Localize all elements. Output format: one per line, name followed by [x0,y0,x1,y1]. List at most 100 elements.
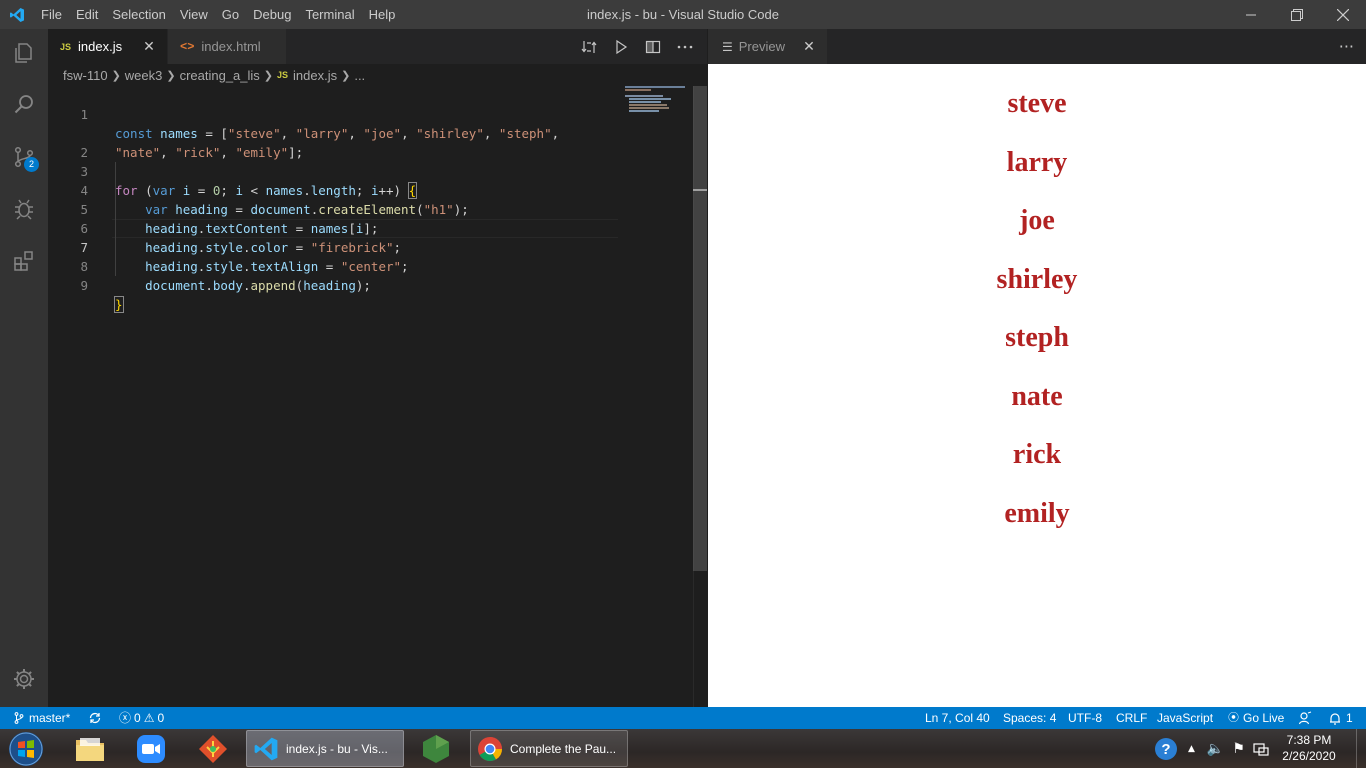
close-tab-icon[interactable]: ✕ [141,38,157,55]
show-hidden-icons-icon[interactable]: ▲ [1188,744,1195,754]
chevron-right-icon: ❯ [341,69,351,82]
code-text: var heading = document.createElement("h1… [145,202,469,217]
code-text: const names = ["steve", "larry", "joe", … [115,126,560,141]
broadcast-icon: ⦿ [1228,712,1239,724]
menu-debug[interactable]: Debug [246,0,298,29]
extensions-icon[interactable] [0,237,48,285]
vertical-scrollbar[interactable] [693,86,707,707]
breadcrumb-item[interactable]: ... [354,68,365,83]
explorer-icon[interactable] [0,29,48,77]
menu-go[interactable]: Go [215,0,246,29]
menu-edit[interactable]: Edit [69,0,105,29]
menu-terminal[interactable]: Terminal [298,0,361,29]
code-editor[interactable]: 1 const names = ["steve", "larry", "joe"… [48,86,707,707]
nodejs-icon[interactable] [416,730,456,767]
preview-heading: emily [1004,498,1070,529]
network-icon[interactable] [1253,742,1269,756]
editor-group: JS index.js ✕ <> index.html fsw-110 ❯ we [48,29,707,707]
editor-actions [573,29,707,64]
chevron-right-icon: ❯ [111,69,121,82]
scrollbar-thumb[interactable] [693,86,707,571]
clock-date: 2/26/2020 [1282,749,1336,763]
search-icon[interactable] [0,80,48,128]
code-text: heading.style.textAlign = "center"; [145,259,409,274]
breadcrumb: fsw-110 ❯ week3 ❯ creating_a_lis ❯ JS in… [48,64,707,86]
show-desktop-button[interactable] [1356,729,1366,768]
line-ending[interactable]: CRLF [1116,707,1147,729]
breadcrumb-item[interactable]: fsw-110 [63,68,108,83]
tab-index-html[interactable]: <> index.html [168,29,287,64]
sync-icon[interactable] [88,707,102,729]
zoom-icon[interactable] [131,730,171,767]
tab-label: index.js [78,39,123,54]
title-bar: File Edit Selection View Go Debug Termin… [0,0,1366,29]
indentation[interactable]: Spaces: 4 [1003,707,1056,729]
encoding[interactable]: UTF-8 [1068,707,1102,729]
html-file-icon: <> [180,39,195,54]
problems-indicator[interactable]: ⓧ 0 ⚠ 0 [119,707,164,729]
branch-name: master* [29,711,71,725]
menu-file[interactable]: File [34,0,69,29]
preview-heading: joe [1019,205,1055,236]
feedback-icon[interactable] [1298,707,1312,729]
taskbar-vscode-button[interactable]: index.js - bu - Vis... [246,730,404,767]
code-line: 3 for (var i = 0; i < names.length; i++)… [48,143,418,199]
code-line: 8 document.body.append(heading); [48,238,370,293]
debug-icon[interactable] [0,185,48,233]
taskbar-chrome-button[interactable]: Complete the Pau... [470,730,628,767]
preview-heading: shirley [996,264,1078,295]
tab-preview[interactable]: ☰ Preview ✕ [708,29,827,64]
breadcrumb-item[interactable]: index.js [293,68,337,83]
preview-heading: nate [1011,381,1063,412]
code-text: "nate", "rick", "emily"]; [115,145,304,160]
menu-selection[interactable]: Selection [105,0,172,29]
minimize-button[interactable] [1228,0,1274,29]
windows-start-icon [9,731,43,766]
close-tab-icon[interactable]: ✕ [801,38,817,55]
clock-time: 7:38 PM [1286,733,1332,747]
compare-changes-icon[interactable] [573,29,605,64]
js-file-icon: JS [277,70,289,80]
breadcrumb-item[interactable]: week3 [125,68,163,83]
clock[interactable]: 7:38 PM 2/26/2020 [1274,732,1344,764]
minimap-line [629,110,659,112]
minimap-line [629,98,671,100]
help-icon[interactable]: ? [1154,737,1178,761]
settings-gear-icon[interactable] [0,655,48,703]
split-editor-icon[interactable] [637,29,669,64]
restore-button[interactable] [1274,0,1320,29]
code-text: for (var i = 0; i < names.length; i++) { [115,182,418,199]
breadcrumb-item[interactable]: creating_a_lis [180,68,260,83]
minimap-line [629,107,669,109]
git-gui-icon[interactable] [193,730,233,767]
notifications[interactable]: 1 [1329,707,1353,729]
js-file-icon: JS [60,41,72,52]
branch-indicator[interactable]: master* [14,707,70,729]
start-button[interactable] [6,730,46,767]
language-mode[interactable]: JavaScript [1157,707,1213,729]
warning-icon: ⚠ [143,711,155,725]
code-text: } [114,296,124,313]
chrome-icon [478,736,502,761]
more-actions-icon[interactable] [669,29,701,64]
action-center-flag-icon[interactable]: ⚑ [1232,741,1245,757]
bell-icon [1330,712,1340,725]
scrollbar-cursor-mark [693,189,707,191]
source-control-icon[interactable]: 2 [0,133,48,181]
code-line: 9 } [48,257,124,313]
preview-panel: ☰ Preview ✕ ··· steve larry joe shirley … [708,29,1366,707]
tab-index-js[interactable]: JS index.js ✕ [48,29,168,64]
windows-taskbar: index.js - bu - Vis... Complete the Pau.… [0,729,1366,768]
volume-icon[interactable]: 🔈 [1207,741,1224,757]
code-line: 6 heading.style.color = "firebrick"; [48,200,401,255]
cursor-position[interactable]: Ln 7, Col 40 [925,707,990,729]
minimap[interactable] [625,86,691,136]
go-live-button[interactable]: ⦿ Go Live [1228,707,1284,729]
close-window-button[interactable] [1320,0,1366,29]
more-actions-icon[interactable]: ··· [1339,29,1354,64]
menu-help[interactable]: Help [362,0,403,29]
run-icon[interactable] [605,29,637,64]
menu-view[interactable]: View [173,0,215,29]
file-explorer-icon[interactable] [70,730,110,767]
vscode-logo-icon [0,0,34,29]
